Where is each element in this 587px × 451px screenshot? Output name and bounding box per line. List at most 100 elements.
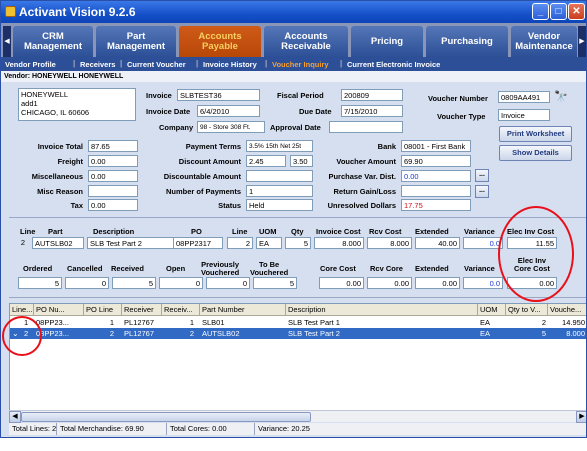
scroll-right-icon[interactable]: ▶	[576, 411, 586, 423]
grid-header-uom[interactable]: UOM	[478, 304, 506, 316]
subnav-current-electronic-invoice[interactable]: Current Electronic Invoice	[347, 60, 440, 69]
return-gain-loss-field[interactable]	[401, 185, 471, 197]
tab-accounts-receivable[interactable]: Accounts Receivable	[264, 26, 348, 57]
ld-core-extended-field[interactable]: 0.00	[415, 277, 460, 289]
close-button[interactable]: ✕	[568, 3, 585, 20]
due-date-field[interactable]: 7/15/2010	[341, 105, 403, 117]
invoice-total-field[interactable]: 87.65	[88, 140, 138, 152]
ld-core-variance-field[interactable]: 0.0	[463, 277, 503, 289]
misc-reason-field[interactable]	[88, 185, 138, 197]
tab-crm-management[interactable]: CRM Management	[13, 26, 93, 57]
status-label: Status	[218, 201, 241, 210]
tax-field[interactable]: 0.00	[88, 199, 138, 211]
ld-rcv-cost-field[interactable]: 8.000	[367, 237, 412, 249]
grid-header-po-line[interactable]: PO Line	[84, 304, 122, 316]
number-of-payments-field[interactable]: 1	[246, 185, 313, 197]
grid-cell-po-line: 2	[109, 329, 114, 338]
ld-extended-field[interactable]: 40.00	[415, 237, 460, 249]
grid-header-description[interactable]: Description	[286, 304, 478, 316]
fiscal-period-field[interactable]: 200809	[341, 89, 403, 101]
ld-qty-field[interactable]: 5	[285, 237, 311, 249]
freight-field[interactable]: 0.00	[88, 155, 138, 167]
voucher-type-field[interactable]: Invoice	[498, 109, 550, 121]
minimize-button[interactable]: _	[532, 3, 549, 20]
subnav-current-voucher[interactable]: Current Voucher	[127, 60, 186, 69]
grid-header-receiver-line[interactable]: Receiv...	[162, 304, 200, 316]
ld-ordered-field[interactable]: 5	[18, 277, 62, 289]
ld-header-core-variance: Variance	[464, 264, 495, 273]
ld-variance-field[interactable]: 0.0	[463, 237, 503, 249]
discount-amount-field[interactable]: 2.45	[246, 155, 286, 167]
maximize-button[interactable]: □	[550, 3, 567, 20]
ld-header-cancelled: Cancelled	[67, 264, 103, 273]
invoice-total-label: Invoice Total	[37, 142, 83, 151]
grid-header-qty-to-voucher[interactable]: Qty to V...	[506, 304, 548, 316]
ld-description-field[interactable]: SLB Test Part 2	[87, 237, 187, 249]
subnav-vendor-profile[interactable]: Vendor Profile	[5, 60, 56, 69]
voucher-number-field[interactable]: 0809AA491	[498, 91, 550, 103]
scrollbar-thumb[interactable]	[21, 412, 311, 422]
table-row[interactable]: 1 08PP23... 1 PL12767 1 SLB01 SLB Test P…	[10, 317, 586, 328]
ld-invoice-cost-field[interactable]: 8.000	[314, 237, 364, 249]
grid-header-part-number[interactable]: Part Number	[200, 304, 286, 316]
ld-received-field[interactable]: 5	[112, 277, 156, 289]
grid-header-line[interactable]: Line...	[10, 304, 34, 316]
freight-label: Freight	[57, 157, 83, 166]
tabs-scroll-right-icon[interactable]: ▶	[578, 26, 586, 57]
tab-part-management[interactable]: Part Management	[96, 26, 176, 57]
tab-vendor-maintenance[interactable]: Vendor Maintenance	[511, 26, 577, 57]
grid-cell-receiver: PL12767	[124, 329, 155, 338]
ld-po-field[interactable]: 08PP2317	[173, 237, 223, 249]
invoice-date-field[interactable]: 6/4/2010	[197, 105, 260, 117]
ld-open-field[interactable]: 0	[159, 277, 203, 289]
due-date-label: Due Date	[299, 107, 332, 116]
binoculars-icon[interactable]: 🔭	[554, 90, 568, 103]
scroll-left-icon[interactable]: ◀	[9, 411, 21, 423]
show-details-button[interactable]: Show Details	[499, 145, 572, 161]
ld-uom-field[interactable]: EA	[256, 237, 282, 249]
grid-header-receiver[interactable]: Receiver	[122, 304, 162, 316]
ld-to-be-vouchered-field[interactable]: 5	[253, 277, 297, 289]
approval-date-label: Approval Date	[270, 123, 321, 132]
approval-date-field[interactable]	[329, 121, 403, 133]
tab-purchasing[interactable]: Purchasing	[426, 26, 508, 57]
return-gain-ellipsis-button[interactable]: ...	[475, 185, 489, 198]
bank-field[interactable]: 08001 - First Bank	[401, 140, 471, 152]
company-field[interactable]: 98 - Store 308 Ft.	[197, 121, 265, 133]
ld-core-cost-field[interactable]: 0.00	[319, 277, 364, 289]
tab-pricing[interactable]: Pricing	[351, 26, 423, 57]
ld-previously-vouchered-field[interactable]: 0	[206, 277, 250, 289]
horizontal-scrollbar[interactable]: ◀ ▶	[9, 410, 586, 423]
status-bar: Total Lines: 2 Total Merchandise: 69.90 …	[9, 423, 586, 435]
discountable-amount-field[interactable]	[246, 170, 313, 182]
purchase-var-dist-field[interactable]: 0.00	[401, 170, 471, 182]
subnav-voucher-inquiry[interactable]: Voucher Inquiry	[272, 60, 329, 69]
voucher-amount-field[interactable]: 69.90	[401, 155, 471, 167]
grid-header-po-number[interactable]: PO Nu...	[34, 304, 84, 316]
invoice-label: Invoice	[146, 91, 172, 100]
purchase-var-ellipsis-button[interactable]: ...	[475, 169, 489, 182]
sub-navigation: Vendor Profile | Receivers | Current Vou…	[1, 57, 586, 71]
tabs-scroll-left-icon[interactable]: ◀	[3, 26, 11, 57]
divider	[9, 297, 586, 298]
grid-header-voucher-cost[interactable]: Vouche...	[548, 304, 586, 316]
tab-accounts-payable[interactable]: Accounts Payable	[179, 26, 261, 57]
miscellaneous-field[interactable]: 0.00	[88, 170, 138, 182]
subnav-receivers[interactable]: Receivers	[80, 60, 115, 69]
app-window: Activant Vision 9.2.6 _ □ ✕ ◀ CRM Manage…	[0, 0, 587, 438]
title-bar: Activant Vision 9.2.6 _ □ ✕	[1, 1, 586, 23]
table-row-selected[interactable]: ⌄ 2 08PP23... 2 PL12767 2 AUTSLB02 SLB T…	[10, 328, 586, 339]
subnav-invoice-history[interactable]: Invoice History	[203, 60, 257, 69]
ld-cancelled-field[interactable]: 0	[65, 277, 109, 289]
ld-rcv-core-field[interactable]: 0.00	[367, 277, 412, 289]
invoice-field[interactable]: SLBTEST36	[177, 89, 260, 101]
discount-percent-field[interactable]: 3.50	[290, 155, 313, 167]
status-field[interactable]: Held	[246, 199, 313, 211]
payment-terms-field[interactable]: 3.5% 15th Net 25t	[246, 140, 313, 152]
unresolved-dollars-field[interactable]: 17.75	[401, 199, 471, 211]
ld-po-line-field[interactable]: 2	[227, 237, 253, 249]
print-worksheet-button[interactable]: Print Worksheet	[499, 126, 572, 142]
ld-part-field[interactable]: AUTSLB02	[32, 237, 84, 249]
grid-cell-description: SLB Test Part 2	[288, 329, 340, 338]
grid-cell-receiver-line: 2	[189, 329, 194, 338]
